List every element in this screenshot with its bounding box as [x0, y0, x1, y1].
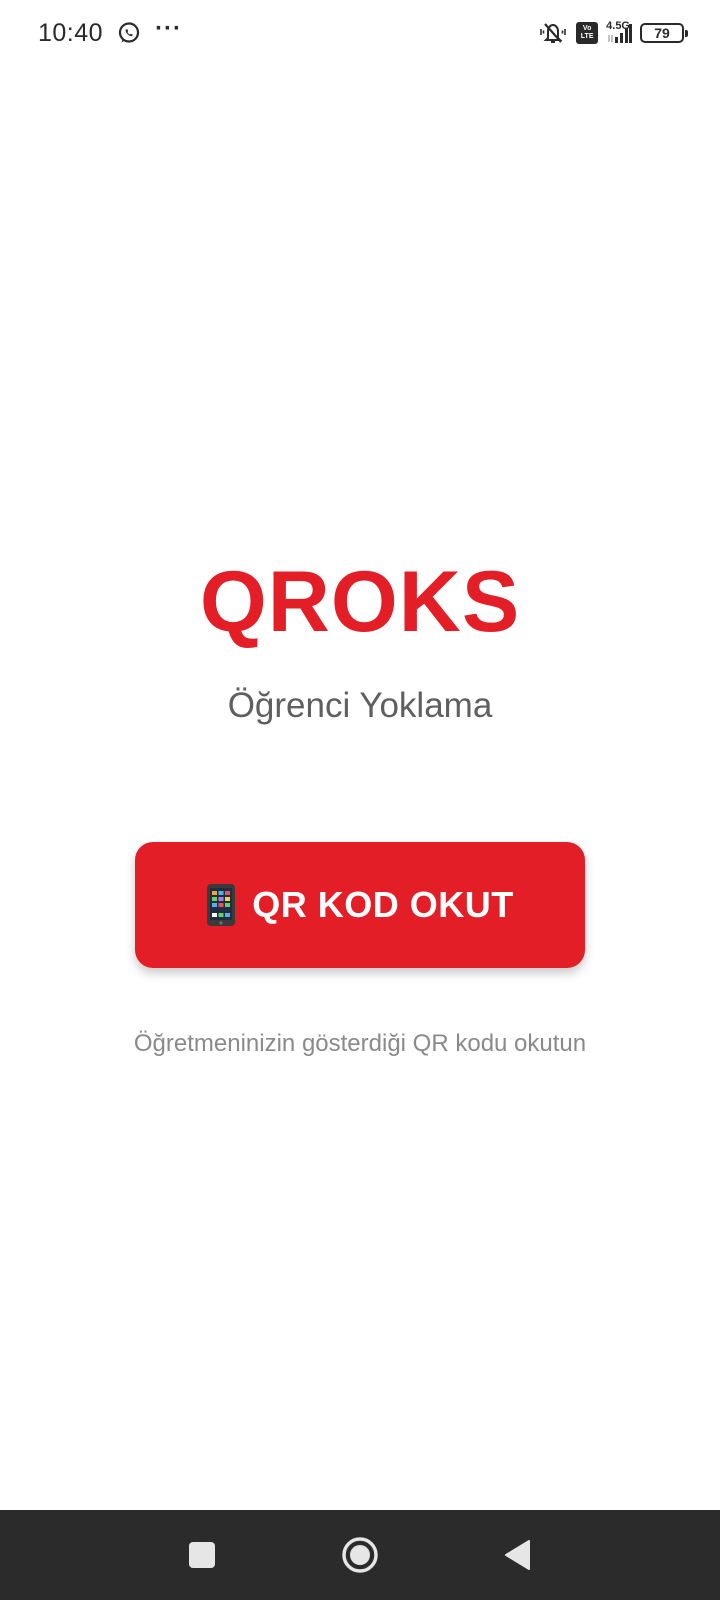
mute-icon: [538, 20, 568, 46]
whatsapp-icon: [117, 21, 141, 45]
app-title: QROKS: [199, 554, 521, 650]
battery-level: 79: [640, 23, 688, 43]
recent-apps-button[interactable]: [172, 1525, 232, 1585]
app-screen: 10:40 ··· Vo LTE 4.5G 79 QROKS Öğrenci Y…: [0, 0, 720, 1600]
app-subtitle: Öğrenci Yoklama: [227, 686, 493, 725]
volte-icon: Vo LTE: [576, 22, 599, 44]
back-button[interactable]: [488, 1525, 548, 1585]
scan-hint: Öğretmeninizin gösterdiği QR kodu okutun: [133, 1030, 587, 1057]
status-bar: 10:40 ··· Vo LTE 4.5G 79: [0, 0, 720, 66]
back-triangle-icon: [505, 1540, 530, 1570]
battery-icon: 79: [640, 23, 688, 43]
network-type-label: 4.5G: [606, 20, 630, 32]
scan-qr-button[interactable]: QR KOD OKUT: [135, 842, 585, 968]
more-icon: ···: [155, 15, 183, 42]
home-button[interactable]: [330, 1525, 390, 1585]
system-nav-bar: [0, 1510, 720, 1600]
square-icon: [189, 1542, 215, 1568]
circle-icon: [342, 1537, 378, 1573]
volte-bottom-label: LTE: [580, 33, 594, 40]
signal-icon: 4.5G: [606, 20, 632, 45]
volte-badge: Vo LTE: [576, 22, 599, 44]
volte-top-label: Vo: [582, 25, 592, 32]
mobile-phone-icon: [206, 883, 236, 927]
clock: 10:40: [38, 18, 104, 47]
status-bar-right: Vo LTE 4.5G 79: [538, 20, 688, 46]
scan-qr-button-label: QR KOD OKUT: [252, 884, 514, 925]
status-bar-left: 10:40 ···: [38, 15, 183, 48]
